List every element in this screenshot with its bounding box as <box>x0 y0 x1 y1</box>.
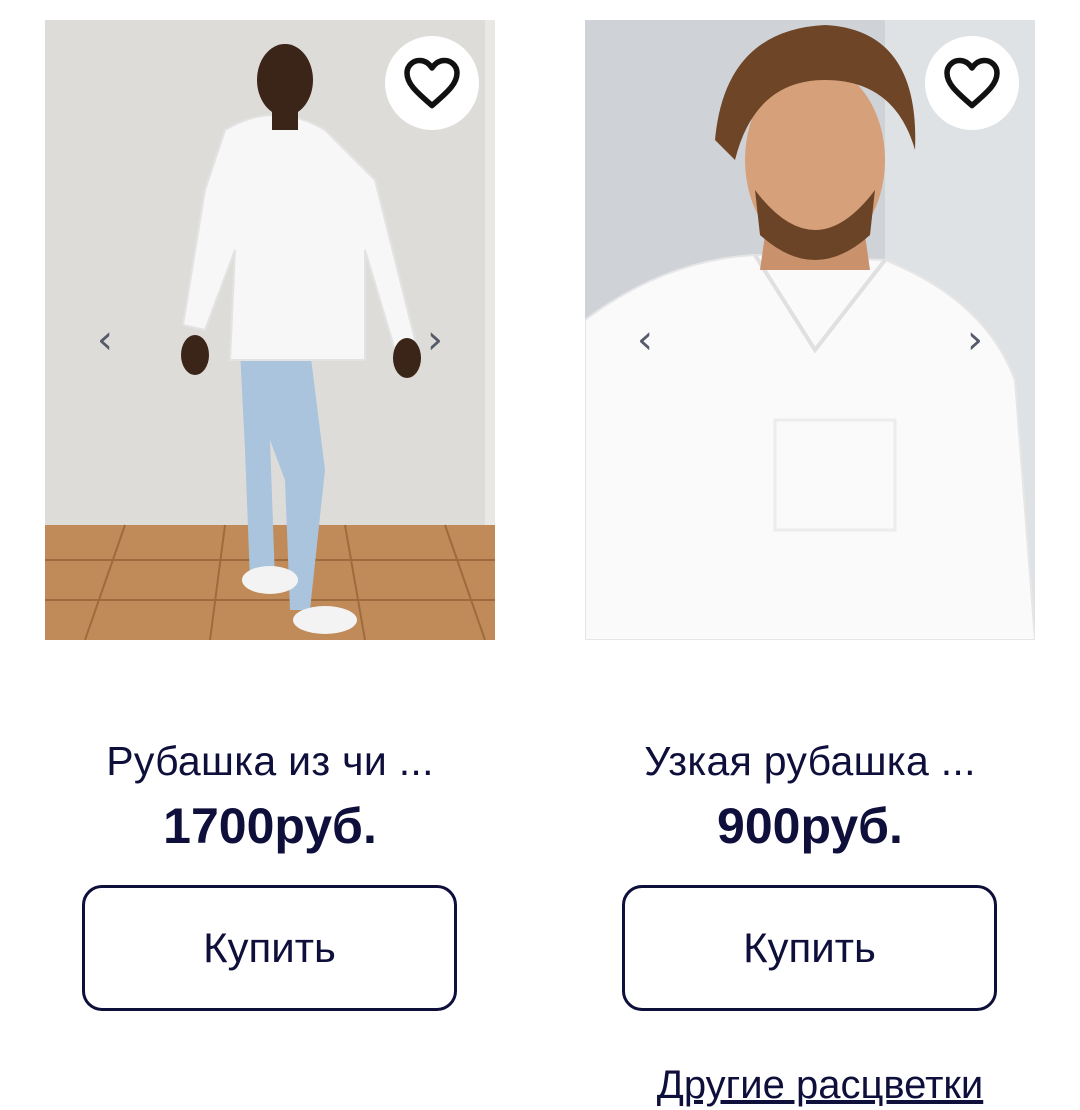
chevron-left-icon: ‹ <box>97 317 113 363</box>
product-name[interactable]: Узкая рубашка ... <box>585 738 1035 785</box>
product-price: 1700руб. <box>163 798 377 854</box>
heart-outline-icon <box>944 57 1000 109</box>
favorite-button[interactable] <box>385 36 479 130</box>
chevron-right-icon: › <box>967 317 983 363</box>
product-image[interactable]: ‹ › <box>585 20 1035 640</box>
chevron-right-icon: › <box>427 317 443 363</box>
product-card: ‹ › Узкая рубашка ... 900руб. Купить Дру… <box>585 20 1035 1108</box>
buy-button[interactable]: Купить <box>622 885 997 1011</box>
product-grid: ‹ › Рубашка из чи ... 1700руб. Купить ‹ … <box>0 0 1080 1110</box>
product-name[interactable]: Рубашка из чи ... <box>45 738 495 785</box>
favorite-button[interactable] <box>925 36 1019 130</box>
carousel-next-button[interactable]: › <box>410 310 460 370</box>
other-colors-link[interactable]: Другие расцветки <box>605 1063 1035 1108</box>
carousel-prev-button[interactable]: ‹ <box>620 310 670 370</box>
carousel-prev-button[interactable]: ‹ <box>80 310 130 370</box>
product-card: ‹ › Рубашка из чи ... 1700руб. Купить <box>45 20 495 1011</box>
product-image[interactable]: ‹ › <box>45 20 495 640</box>
carousel-next-button[interactable]: › <box>950 310 1000 370</box>
heart-outline-icon <box>404 57 460 109</box>
product-price: 900руб. <box>717 798 903 854</box>
buy-button[interactable]: Купить <box>82 885 457 1011</box>
chevron-left-icon: ‹ <box>637 317 653 363</box>
